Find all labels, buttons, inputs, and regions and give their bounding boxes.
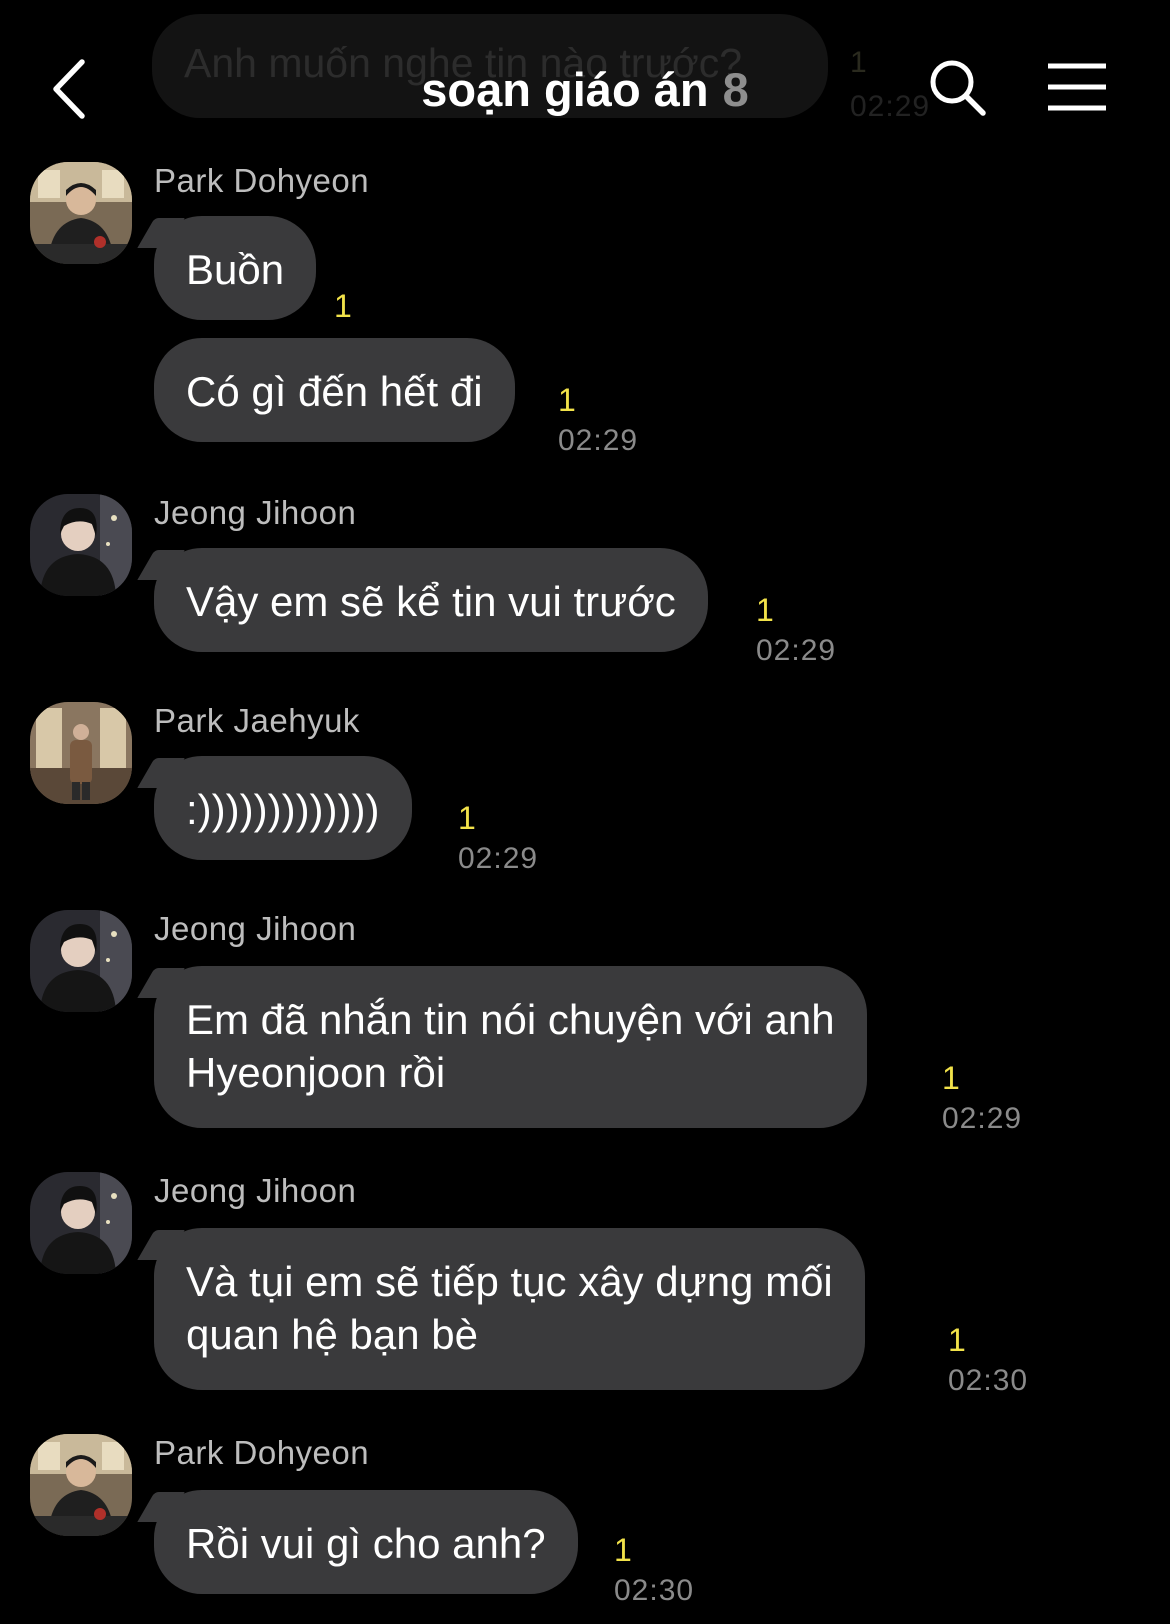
hamburger-menu-icon — [1048, 63, 1106, 111]
sender-name: Park Jaehyuk — [154, 702, 360, 739]
chat-title: soạn giáo án 8 — [0, 62, 1170, 117]
unread-count: 1 — [942, 1060, 960, 1096]
message-text-line: Và tụi em sẽ tiếp tục xây dựng mối — [186, 1258, 833, 1305]
message-text: Buồn — [186, 246, 285, 293]
message-text-line: Hyeonjoon rồi — [186, 1049, 446, 1096]
unread-count: 1 — [558, 382, 576, 418]
avatar[interactable] — [30, 1434, 132, 1536]
unread-count: 1 — [948, 1322, 966, 1358]
unread-count: 1 — [756, 592, 774, 628]
sender-name: Jeong Jihoon — [154, 494, 357, 531]
member-count: 8 — [722, 63, 749, 116]
unread-count: 1 — [614, 1532, 632, 1568]
menu-button[interactable] — [1046, 62, 1108, 112]
sender-name: Jeong Jihoon — [154, 1172, 357, 1209]
sender-name: Park Dohyeon — [154, 1434, 370, 1471]
avatar[interactable] — [30, 702, 132, 804]
message-time: 02:29 — [756, 634, 837, 667]
search-button[interactable] — [928, 58, 988, 118]
message-text: Có gì đến hết đi — [186, 368, 483, 415]
message-time: 02:30 — [948, 1364, 1029, 1397]
avatar[interactable] — [30, 910, 132, 1012]
chat-title-text: soạn giáo án — [421, 63, 709, 116]
avatar[interactable] — [30, 162, 132, 264]
unread-count: 1 — [458, 800, 476, 836]
message-bubble[interactable]: Rồi vui gì cho anh? — [154, 1490, 578, 1594]
message-text: Rồi vui gì cho anh? — [186, 1520, 546, 1567]
avatar[interactable] — [30, 1172, 132, 1274]
message-time: 02:30 — [614, 1574, 695, 1607]
chat-header: Anh muốn nghe tin nào trước? 1 02:29 soạ… — [0, 0, 1170, 160]
unread-count: 1 — [334, 288, 352, 324]
message-time: 02:29 — [942, 1102, 1023, 1135]
message-bubble[interactable]: Và tụi em sẽ tiếp tục xây dựng mối quan … — [154, 1228, 865, 1390]
message-time: 02:29 — [558, 424, 639, 457]
sender-name: Park Dohyeon — [154, 162, 370, 199]
message-bubble[interactable]: Em đã nhắn tin nói chuyện với anh Hyeonj… — [154, 966, 867, 1128]
message-text: Vậy em sẽ kể tin vui trước — [186, 578, 676, 625]
avatar[interactable] — [30, 494, 132, 596]
search-icon — [930, 60, 986, 116]
message-bubble[interactable]: Có gì đến hết đi — [154, 338, 515, 442]
message-bubble[interactable]: :))))))))))))) — [154, 756, 412, 860]
message-text-line: Em đã nhắn tin nói chuyện với anh — [186, 996, 835, 1043]
message-bubble[interactable]: Buồn — [154, 216, 317, 320]
message-bubble[interactable]: Vậy em sẽ kể tin vui trước — [154, 548, 708, 652]
message-text: :))))))))))))) — [186, 786, 380, 833]
message-time: 02:29 — [458, 842, 539, 875]
sender-name: Jeong Jihoon — [154, 910, 357, 947]
message-text-line: quan hệ bạn bè — [186, 1311, 478, 1358]
